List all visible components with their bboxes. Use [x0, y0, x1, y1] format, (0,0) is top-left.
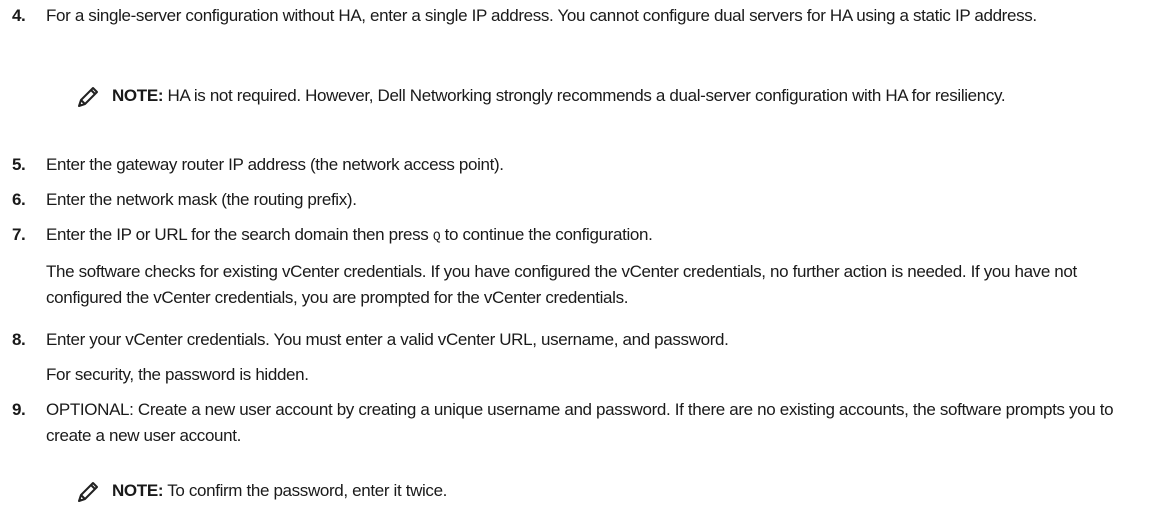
step-text: Enter the network mask (the routing pref…	[46, 187, 1156, 213]
step-paragraph: For a single-server configuration withou…	[46, 6, 1037, 25]
note-label: NOTE:	[112, 481, 164, 500]
step-text-part: Enter the IP or URL for the search domai…	[46, 225, 433, 244]
step-number: 4.	[12, 6, 26, 25]
step-paragraph: OPTIONAL: Create a new user account by c…	[46, 400, 1114, 445]
step-paragraph: Enter the network mask (the routing pref…	[46, 190, 357, 209]
document-page: 4. For a single-server configuration wit…	[0, 0, 1168, 514]
step-paragraph: Enter your vCenter credentials. You must…	[46, 330, 729, 349]
note-text: NOTE: To confirm the password, enter it …	[112, 478, 1152, 504]
step-text: Enter your vCenter credentials. You must…	[46, 327, 1156, 388]
note-content: HA is not required. However, Dell Networ…	[163, 86, 1006, 105]
step-number: 7.	[12, 225, 26, 244]
pencil-note-icon	[78, 482, 98, 502]
step-number: 5.	[12, 155, 26, 174]
step-number: 8.	[12, 330, 26, 349]
note-text: NOTE: HA is not required. However, Dell …	[112, 83, 1152, 109]
step-text: For a single-server configuration withou…	[46, 3, 1156, 29]
step-number: 6.	[12, 190, 26, 209]
step-paragraph: Enter the IP or URL for the search domai…	[46, 222, 1156, 250]
note-label: NOTE:	[112, 86, 164, 105]
step-text: Enter the IP or URL for the search domai…	[46, 222, 1156, 311]
step-text: OPTIONAL: Create a new user account by c…	[46, 397, 1156, 449]
step-text-part: to continue the configuration.	[440, 225, 653, 244]
note-content: To confirm the password, enter it twice.	[163, 481, 448, 500]
step-subparagraph: The software checks for existing vCenter…	[46, 262, 1077, 307]
step-paragraph: Enter the gateway router IP address (the…	[46, 155, 504, 174]
pencil-note-icon	[78, 87, 98, 107]
step-text: Enter the gateway router IP address (the…	[46, 152, 1156, 178]
step-subparagraph: For security, the password is hidden.	[46, 365, 309, 384]
step-number: 9.	[12, 400, 26, 419]
